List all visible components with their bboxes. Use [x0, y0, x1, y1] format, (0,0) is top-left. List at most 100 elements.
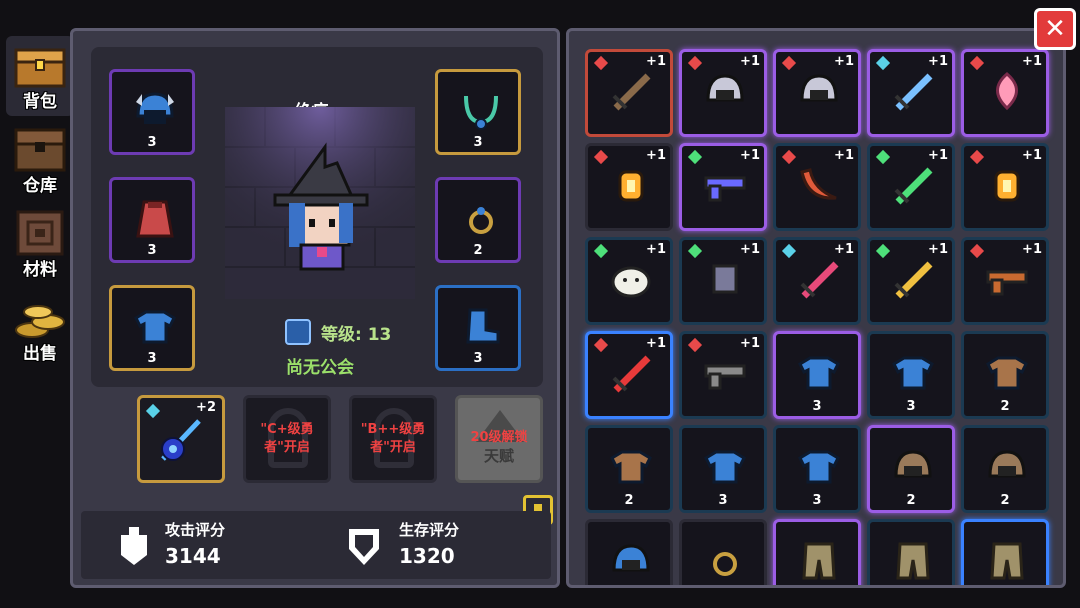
upgrade-level: +1: [928, 148, 948, 163]
wizard-character-icon: [225, 107, 415, 299]
locked-slot-c[interactable]: "C+级勇者"开启: [243, 395, 331, 483]
rifle-icon: [986, 270, 1028, 296]
inventory-slot[interactable]: +1: [773, 143, 861, 231]
equip-slot-helmet[interactable]: 3: [109, 69, 195, 155]
tab-warehouse[interactable]: 仓库: [6, 120, 74, 200]
inventory-slot[interactable]: +1: [961, 143, 1049, 231]
equip-slot-armor[interactable]: 3: [109, 285, 195, 371]
inventory-slot[interactable]: +1: [867, 49, 955, 137]
inventory-slot[interactable]: 3: [867, 331, 955, 419]
sword-score-icon: [121, 527, 147, 565]
tab-backpack[interactable]: 背包: [6, 36, 74, 116]
level-row: 等级: 13: [285, 319, 391, 345]
equip-slot-cape[interactable]: 3: [109, 177, 195, 263]
equipment-area: 3 3 3 3 2 3 等级: 13 尚无公会: [91, 47, 543, 387]
upgrade-level: +1: [928, 54, 948, 69]
inventory-slot[interactable]: +1: [679, 331, 767, 419]
upgrade-level: +1: [1022, 242, 1042, 257]
pistol-icon: [704, 364, 746, 390]
magic-staff-icon: [161, 419, 201, 461]
necklace-icon: [464, 95, 498, 130]
equip-slot-boots[interactable]: 3: [435, 285, 521, 371]
upgrade-level: +1: [834, 54, 854, 69]
leather-armor-icon: [610, 450, 652, 484]
inventory-slot[interactable]: +1: [679, 143, 767, 231]
pants-icon: [896, 542, 930, 580]
inventory-slot[interactable]: 2: [961, 425, 1049, 513]
tab-materials[interactable]: 材料: [6, 204, 74, 284]
inventory-slot[interactable]: +1: [773, 237, 861, 325]
ring-icon: [713, 552, 737, 576]
level-shield-icon: [285, 319, 311, 345]
inventory-slot[interactable]: +1: [679, 237, 767, 325]
equip-slot-necklace[interactable]: 3: [435, 69, 521, 155]
attack-score: 攻击评分 3144: [165, 521, 226, 568]
inventory-slot[interactable]: +1: [585, 143, 673, 231]
close-button[interactable]: ✕: [1034, 8, 1076, 50]
pants-icon: [802, 542, 836, 580]
upgrade-level: +1: [740, 336, 760, 351]
item-count: 3: [812, 399, 822, 414]
upgrade-level: +1: [1022, 54, 1042, 69]
inventory-slot[interactable]: +1: [679, 49, 767, 137]
inventory-slot[interactable]: +1: [867, 237, 955, 325]
tab-sell[interactable]: 出售: [6, 288, 74, 368]
tab-label: 材料: [23, 260, 57, 280]
upgrade-level: +1: [646, 336, 666, 351]
inventory-slot[interactable]: +1: [585, 237, 673, 325]
inventory-slot[interactable]: 2: [961, 331, 1049, 419]
blaster-icon: [704, 176, 746, 202]
inventory-slot[interactable]: +1: [867, 143, 955, 231]
tab-label: 背包: [23, 92, 57, 112]
inventory-slot[interactable]: 2: [585, 425, 673, 513]
materials-icon: [16, 210, 64, 256]
crown-icon: [706, 74, 744, 102]
ice-sword-icon: [894, 73, 933, 111]
inventory-slot[interactable]: [585, 519, 673, 585]
upgrade-level: +1: [740, 242, 760, 257]
locked-slot-b[interactable]: "B++级勇者"开启: [349, 395, 437, 483]
inventory-slot[interactable]: +1: [961, 237, 1049, 325]
item-count: 2: [1000, 399, 1010, 414]
backpack-icon: [14, 48, 66, 88]
shield-score-icon: [349, 529, 379, 565]
armor-icon: [892, 356, 934, 390]
tab-label: 仓库: [23, 176, 57, 196]
chest-icon: [14, 128, 66, 172]
inventory-slot[interactable]: [773, 519, 861, 585]
inventory-slot[interactable]: 3: [773, 425, 861, 513]
helmet-icon: [612, 544, 650, 572]
inventory-slot[interactable]: [679, 519, 767, 585]
character-panel: 3 3 3 3 2 3 等级: 13 尚无公会 +2 "C+级勇者"开启 "B+…: [70, 28, 560, 588]
equip-slot-ring[interactable]: 2: [435, 177, 521, 263]
tab-label: 出售: [23, 344, 57, 364]
weapon-slot[interactable]: +2: [137, 395, 225, 483]
talent-slot[interactable]: 20级解锁 天赋: [455, 395, 543, 483]
whip-icon: [712, 264, 738, 294]
score-bar: 攻击评分 3144 生存评分 1320: [81, 511, 551, 579]
survival-score: 生存评分 1320: [399, 521, 460, 568]
inventory-slot[interactable]: +1: [585, 331, 673, 419]
inventory-slot[interactable]: +1: [585, 49, 673, 137]
guild-status: 尚无公会: [286, 358, 354, 378]
armor-icon: [134, 310, 176, 344]
gold-sword-icon: [894, 261, 933, 299]
inventory-slot[interactable]: 2: [867, 425, 955, 513]
side-tabs: 背包 仓库 材料 出售: [6, 36, 78, 372]
boots-icon: [466, 308, 500, 344]
armor-icon: [798, 356, 840, 390]
item-count: 3: [906, 399, 916, 414]
item-count: 2: [1000, 493, 1010, 508]
inventory-slot[interactable]: [867, 519, 955, 585]
lantern-icon: [618, 170, 644, 202]
inventory-slot[interactable]: 3: [773, 331, 861, 419]
inventory-panel: +1 +1 +1 +1 +1 +1 +1 +1 +1 +1 +1 +1 +1 +1 +1 +1 +1 3 3 2 2 3 3…: [566, 28, 1066, 588]
inventory-slot[interactable]: +1: [773, 49, 861, 137]
upgrade-level: +1: [646, 242, 666, 257]
red-sword-icon: [612, 355, 651, 393]
character-portrait: [225, 107, 415, 299]
inventory-slot[interactable]: +1: [961, 49, 1049, 137]
inventory-slot[interactable]: [961, 519, 1049, 585]
inventory-slot[interactable]: 3: [679, 425, 767, 513]
level-text: 等级: 13: [321, 324, 392, 345]
